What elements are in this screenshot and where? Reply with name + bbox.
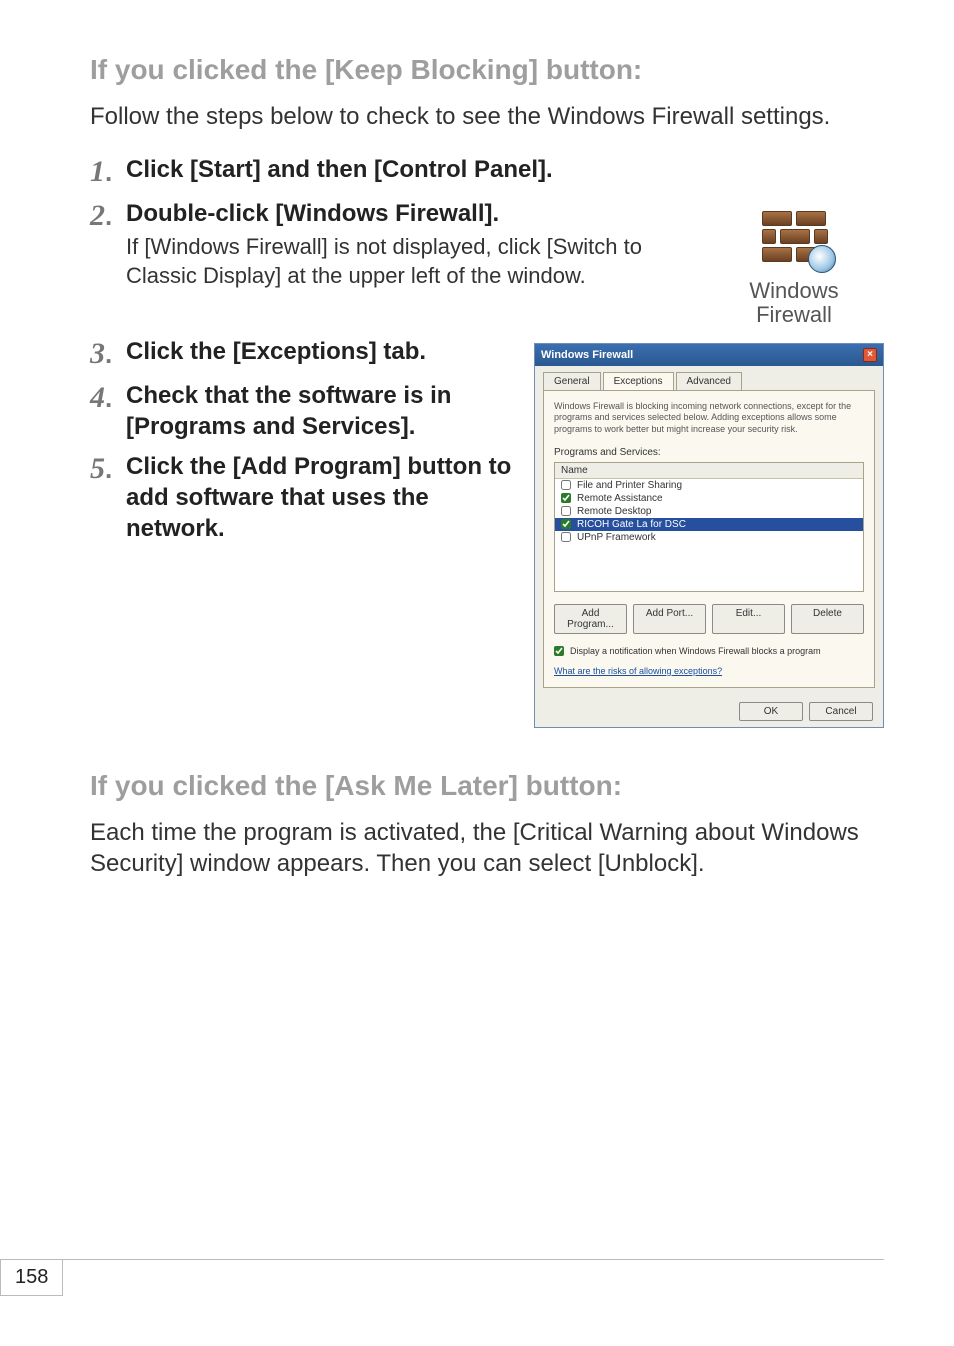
step-number: 3. bbox=[90, 337, 126, 371]
step-1: 1. Click [Start] and then [Control Panel… bbox=[90, 155, 884, 189]
section-title-keep-blocking: If you clicked the [Keep Blocking] butto… bbox=[90, 52, 884, 87]
programs-listbox[interactable]: Name File and Printer Sharing Remote Ass… bbox=[554, 462, 864, 592]
step-4-text: Check that the software is in [Programs … bbox=[126, 381, 534, 442]
windows-firewall-dialog: Windows Firewall × General Exceptions Ad… bbox=[534, 343, 884, 728]
step-number: 4. bbox=[90, 381, 126, 442]
page-number: 158 bbox=[0, 1259, 63, 1296]
ok-button[interactable]: OK bbox=[739, 702, 803, 721]
tab-general[interactable]: General bbox=[543, 372, 601, 390]
list-item[interactable]: Remote Assistance bbox=[555, 492, 863, 505]
exceptions-help-text: Windows Firewall is blocking incoming ne… bbox=[554, 401, 864, 435]
list-item-selected[interactable]: RICOH Gate La for DSC bbox=[555, 518, 863, 531]
programs-services-label: Programs and Services: bbox=[554, 447, 864, 458]
firewall-brick-icon bbox=[758, 207, 830, 269]
notification-checkbox[interactable] bbox=[554, 646, 564, 656]
checkbox[interactable] bbox=[561, 532, 571, 542]
step-number: 5. bbox=[90, 452, 126, 544]
step-3-text: Click the [Exceptions] tab. bbox=[126, 337, 534, 368]
delete-button[interactable]: Delete bbox=[791, 604, 864, 634]
close-icon[interactable]: × bbox=[863, 348, 877, 362]
page-footer: 158 bbox=[0, 1259, 954, 1296]
dialog-title-text: Windows Firewall bbox=[541, 349, 633, 361]
section-title-ask-later: If you clicked the [Ask Me Later] button… bbox=[90, 768, 884, 803]
add-port-button[interactable]: Add Port... bbox=[633, 604, 706, 634]
risks-link[interactable]: What are the risks of allowing exception… bbox=[554, 666, 722, 676]
checkbox[interactable] bbox=[561, 506, 571, 516]
checkbox[interactable] bbox=[561, 480, 571, 490]
column-name: Name bbox=[555, 463, 863, 479]
firewall-icon-label: WindowsFirewall bbox=[704, 279, 884, 327]
list-item[interactable]: File and Printer Sharing bbox=[555, 479, 863, 492]
edit-button[interactable]: Edit... bbox=[712, 604, 785, 634]
intro-text: Follow the steps below to check to see t… bbox=[90, 101, 884, 133]
list-item[interactable]: Remote Desktop bbox=[555, 505, 863, 518]
add-program-button[interactable]: Add Program... bbox=[554, 604, 627, 634]
step-number: 2. bbox=[90, 199, 126, 327]
tab-advanced[interactable]: Advanced bbox=[676, 372, 742, 390]
list-item[interactable]: UPnP Framework bbox=[555, 531, 863, 544]
windows-firewall-icon-block: WindowsFirewall bbox=[704, 207, 884, 327]
notification-label: Display a notification when Windows Fire… bbox=[570, 646, 821, 656]
step-2-desc: If [Windows Firewall] is not displayed, … bbox=[126, 233, 684, 290]
step-1-text: Click [Start] and then [Control Panel]. bbox=[126, 155, 884, 186]
cancel-button[interactable]: Cancel bbox=[809, 702, 873, 721]
tab-exceptions[interactable]: Exceptions bbox=[603, 372, 674, 390]
notification-checkbox-row[interactable]: Display a notification when Windows Fire… bbox=[554, 646, 864, 656]
step-number: 1. bbox=[90, 155, 126, 189]
step-3-5-block: 3. Click the [Exceptions] tab. 4. Check … bbox=[90, 337, 884, 728]
step-2-text: Double-click [Windows Firewall]. bbox=[126, 199, 684, 230]
dialog-titlebar: Windows Firewall × bbox=[535, 344, 883, 366]
checkbox[interactable] bbox=[561, 519, 571, 529]
checkbox[interactable] bbox=[561, 493, 571, 503]
step-2: 2. Double-click [Windows Firewall]. If [… bbox=[90, 199, 884, 327]
step-5-text: Click the [Add Program] button to add so… bbox=[126, 452, 534, 544]
ask-later-text: Each time the program is activated, the … bbox=[90, 817, 884, 880]
globe-icon bbox=[808, 245, 836, 273]
